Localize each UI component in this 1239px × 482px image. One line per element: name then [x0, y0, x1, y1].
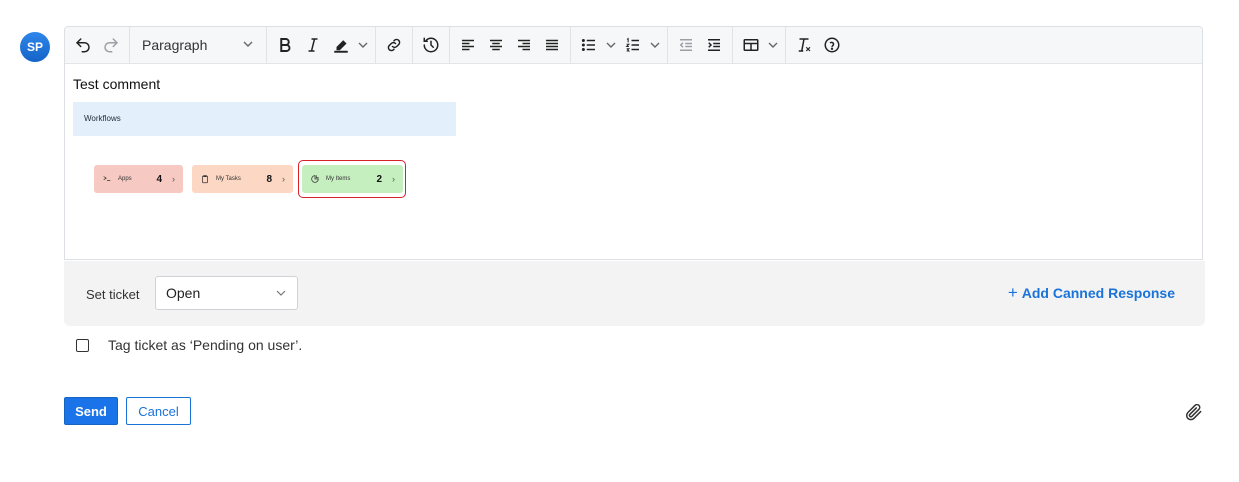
italic-button[interactable]	[299, 31, 327, 59]
table-icon	[743, 39, 759, 51]
history-button[interactable]	[417, 31, 445, 59]
indent-icon	[708, 39, 720, 51]
toolbar-group-indent	[668, 27, 733, 63]
align-center-button[interactable]	[482, 31, 510, 59]
history-icon	[423, 37, 439, 53]
toolbar-group-text	[267, 27, 376, 63]
help-button[interactable]	[818, 31, 846, 59]
toolbar-group-table	[733, 27, 786, 63]
italic-icon	[308, 38, 318, 52]
ticket-status-select[interactable]: Open	[155, 276, 298, 310]
link-icon	[387, 38, 401, 52]
highlight-color-dropdown[interactable]	[355, 31, 371, 59]
chevron-down-icon	[358, 42, 368, 48]
undo-button[interactable]	[69, 31, 97, 59]
block-format-select[interactable]: Paragraph	[134, 31, 262, 59]
chevron-down-icon	[242, 37, 254, 53]
chevron-right-icon: ›	[172, 174, 175, 184]
pending-on-user-checkbox[interactable]	[76, 338, 89, 352]
align-center-icon	[490, 39, 502, 51]
plus-icon: +	[1007, 283, 1018, 302]
bold-button[interactable]	[271, 31, 299, 59]
ticket-options-bar: Set ticket Open + Add Canned Response	[64, 261, 1205, 326]
pending-tag-row: Tag ticket as ‘Pending on user’.	[76, 337, 302, 353]
chevron-right-icon: ›	[282, 174, 285, 184]
chevron-down-icon	[650, 42, 660, 48]
align-right-button[interactable]	[510, 31, 538, 59]
toolbar-group-format: Paragraph	[130, 27, 267, 63]
my-tasks-card-count: 8	[266, 173, 272, 185]
editor-toolbar: Paragraph	[65, 27, 1202, 64]
toolbar-group-history	[65, 27, 130, 63]
numbered-list-dropdown[interactable]	[647, 31, 663, 59]
table-dropdown[interactable]	[765, 31, 781, 59]
editor-content[interactable]: Test comment Workflows Apps 4 › My Tasks…	[65, 64, 1202, 219]
link-button[interactable]	[380, 31, 408, 59]
outdent-button[interactable]	[672, 31, 700, 59]
chevron-down-icon	[606, 42, 616, 48]
toolbar-group-misc	[786, 27, 850, 63]
chevron-down-icon	[768, 42, 778, 48]
numbered-list-icon	[625, 37, 639, 52]
apps-card: Apps 4 ›	[94, 165, 183, 193]
clipboard-icon	[202, 175, 208, 184]
apps-card-count: 4	[156, 173, 162, 185]
toolbar-group-link	[376, 27, 413, 63]
embedded-screenshot[interactable]: Workflows Apps 4 › My Tasks 8 › My Items…	[73, 102, 456, 207]
align-left-icon	[462, 39, 474, 51]
bold-icon	[280, 38, 291, 52]
my-tasks-card: My Tasks 8 ›	[192, 165, 293, 193]
ticket-status-value: Open	[166, 285, 201, 301]
block-format-label: Paragraph	[142, 37, 208, 53]
rich-text-editor: Paragraph Test comment Workflows Apps 4 …	[64, 26, 1203, 260]
apps-icon	[103, 176, 111, 182]
clear-formatting-button[interactable]	[790, 31, 818, 59]
table-button[interactable]	[737, 31, 765, 59]
toolbar-group-align	[450, 27, 571, 63]
highlight-box	[298, 160, 406, 198]
bullet-list-dropdown[interactable]	[603, 31, 619, 59]
bullet-list-icon	[581, 39, 595, 51]
send-button[interactable]: Send	[64, 397, 118, 425]
indent-button[interactable]	[700, 31, 728, 59]
align-right-icon	[518, 39, 530, 51]
comment-text: Test comment	[73, 76, 161, 92]
redo-icon	[104, 38, 118, 53]
highlighter-icon	[334, 40, 348, 53]
avatar: SP	[20, 32, 50, 62]
highlight-button[interactable]	[327, 31, 355, 59]
outdent-icon	[679, 39, 692, 51]
set-ticket-label: Set ticket	[86, 287, 140, 302]
help-icon	[824, 37, 840, 53]
workflows-header-band	[73, 102, 456, 136]
pending-on-user-label: Tag ticket as ‘Pending on user’.	[108, 337, 303, 353]
toolbar-group-lists	[571, 27, 668, 63]
bullet-list-button[interactable]	[575, 31, 603, 59]
paperclip-icon[interactable]	[1184, 402, 1204, 422]
add-canned-response-label: Add Canned Response	[1021, 285, 1175, 301]
workflows-title: Workflows	[84, 114, 121, 123]
clear-formatting-icon	[798, 38, 811, 52]
apps-card-label: Apps	[118, 176, 132, 182]
align-left-button[interactable]	[454, 31, 482, 59]
undo-icon	[76, 38, 90, 53]
redo-button[interactable]	[97, 31, 125, 59]
align-justify-button[interactable]	[538, 31, 566, 59]
my-tasks-card-label: My Tasks	[216, 176, 241, 182]
align-justify-icon	[546, 39, 558, 51]
add-canned-response-link[interactable]: + Add Canned Response	[1007, 283, 1175, 302]
numbered-list-button[interactable]	[619, 31, 647, 59]
cancel-button[interactable]: Cancel	[126, 397, 191, 425]
toolbar-group-revision	[413, 27, 450, 63]
chevron-down-icon	[276, 290, 286, 296]
